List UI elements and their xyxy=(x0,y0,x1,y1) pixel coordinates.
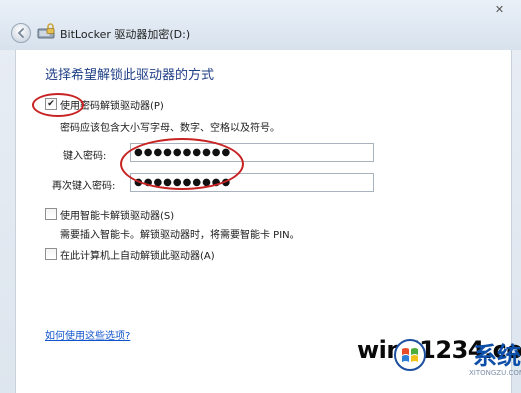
password-hint: 密码应该包含大小写字母、数字、空格以及符号。 xyxy=(60,123,280,134)
password-field[interactable]: ●●●●●●●●●● xyxy=(130,143,374,162)
smartcard-hint: 需要插入智能卡。解锁驱动器时，将需要智能卡 PIN。 xyxy=(60,230,300,241)
enter-password-label: 键入密码: xyxy=(63,151,107,162)
back-arrow-icon xyxy=(17,28,24,38)
confirm-password-field[interactable]: ●●●●●●●●●● xyxy=(130,173,374,192)
password-option-label[interactable]: 使用密码解锁驱动器(P) xyxy=(60,97,164,112)
watermark: win71234.com 系统族 XITONGZU.COM xyxy=(347,334,521,390)
page-heading: 选择希望解锁此驱动器的方式 xyxy=(45,68,215,83)
checkmark-icon: ✔ xyxy=(47,99,55,109)
smartcard-checkbox[interactable] xyxy=(45,208,57,220)
close-icon: ✕ xyxy=(494,2,505,16)
auto-unlock-checkbox[interactable] xyxy=(45,248,57,260)
watermark-sub-text: XITONGZU.COM xyxy=(469,369,521,377)
windows-logo-icon xyxy=(394,339,426,371)
window-title: BitLocker 驱动器加密(D:) xyxy=(60,28,191,41)
password-checkbox[interactable]: ✔ xyxy=(45,98,57,110)
auto-unlock-option-label[interactable]: 在此计算机上自动解锁此驱动器(A) xyxy=(60,247,215,262)
title-bar: BitLocker 驱动器加密(D:) ✕ xyxy=(0,0,521,50)
help-link[interactable]: 如何使用这些选项? xyxy=(45,327,130,342)
back-button[interactable] xyxy=(11,23,31,43)
smartcard-option-label[interactable]: 使用智能卡解锁驱动器(S) xyxy=(60,207,174,222)
confirm-password-label: 再次键入密码: xyxy=(52,181,116,192)
close-button[interactable]: ✕ xyxy=(478,0,521,18)
bitlocker-drive-icon xyxy=(37,23,55,39)
bitlocker-window: BitLocker 驱动器加密(D:) ✕ 选择希望解锁此驱动器的方式 ✔ 使用… xyxy=(0,0,521,393)
watermark-cn-text: 系统族 xyxy=(473,342,521,370)
